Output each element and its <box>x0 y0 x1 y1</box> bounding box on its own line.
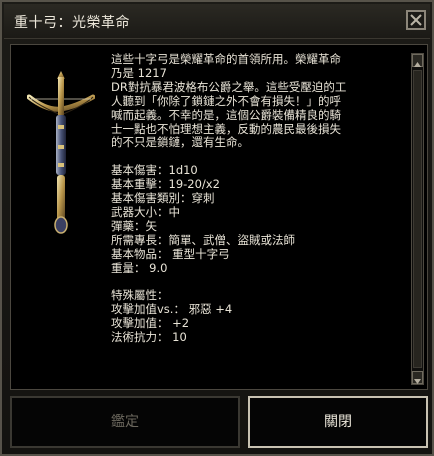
stat-weight: 重量： 9.0 <box>111 260 168 275</box>
stat-critical: 基本重擊：19-20/x2 <box>111 177 220 192</box>
heavy-crossbow-icon <box>27 71 95 234</box>
close-button[interactable]: 關閉 <box>248 396 428 448</box>
property-attack-vs-evil: 攻擊加值vs.： 邪惡 +4 <box>111 302 233 317</box>
item-description-panel: 這些十字弓是榮耀革命的首領所用。榮耀革命 乃是 1217 DR對抗暴君波格布公爵… <box>10 44 428 390</box>
scroll-down-button[interactable] <box>412 371 423 384</box>
description-scrollbar[interactable] <box>411 53 424 385</box>
properties-title: 特殊屬性： <box>111 288 169 303</box>
description-line: 喊而起義。不幸的是，這個公爵裝備精良的騎 <box>111 107 341 122</box>
triangle-up-icon <box>414 62 421 67</box>
stat-required-feat: 所需專長：簡單、武僧、盜賊或法師 <box>111 232 295 247</box>
stat-base-item: 基本物品： 重型十字弓 <box>111 246 230 261</box>
stat-weapon-size: 武器大小：中 <box>111 204 180 219</box>
description-line: 士一點也不怕理想主義，反動的農民最後損失 <box>111 121 341 136</box>
stat-damage-type: 基本傷害類別：穿刺 <box>111 191 215 206</box>
description-line: 乃是 1217 <box>111 65 167 80</box>
window-title: 重十弓：光榮革命 <box>14 15 130 31</box>
description-line: 這些十字弓是榮耀革命的首領所用。榮耀革命 <box>111 52 341 66</box>
identify-button[interactable]: 鑑定 <box>10 396 240 448</box>
property-spell-resistance: 法術抗力： 10 <box>111 330 187 345</box>
description-line: 的不只是鎖鏈，還有生命。 <box>111 135 249 150</box>
close-x-icon <box>410 14 422 26</box>
description-line: DR對抗暴君波格布公爵之舉。這些受壓迫的工 <box>111 79 347 94</box>
stat-ammo: 彈藥：矢 <box>111 218 157 233</box>
item-examine-window: 重十弓：光榮革命 這些十字弓是榮耀革命的首領所用。榮耀革命 乃是 1217 DR… <box>0 0 434 456</box>
triangle-down-icon <box>414 379 421 384</box>
property-attack-bonus: 攻擊加值： +2 <box>111 316 190 331</box>
description-line: 人聽到「你除了鎖鏈之外不會有損失！」的呼 <box>111 93 341 108</box>
scroll-up-button[interactable] <box>412 54 423 67</box>
scroll-thumb[interactable] <box>413 70 422 368</box>
close-x-button[interactable] <box>406 10 426 30</box>
item-description-text: 這些十字弓是榮耀革命的首領所用。榮耀革命 乃是 1217 DR對抗暴君波格布公爵… <box>111 52 401 345</box>
stat-base-damage: 基本傷害：1d10 <box>111 163 198 178</box>
title-bar: 重十弓：光榮革命 <box>4 4 430 39</box>
